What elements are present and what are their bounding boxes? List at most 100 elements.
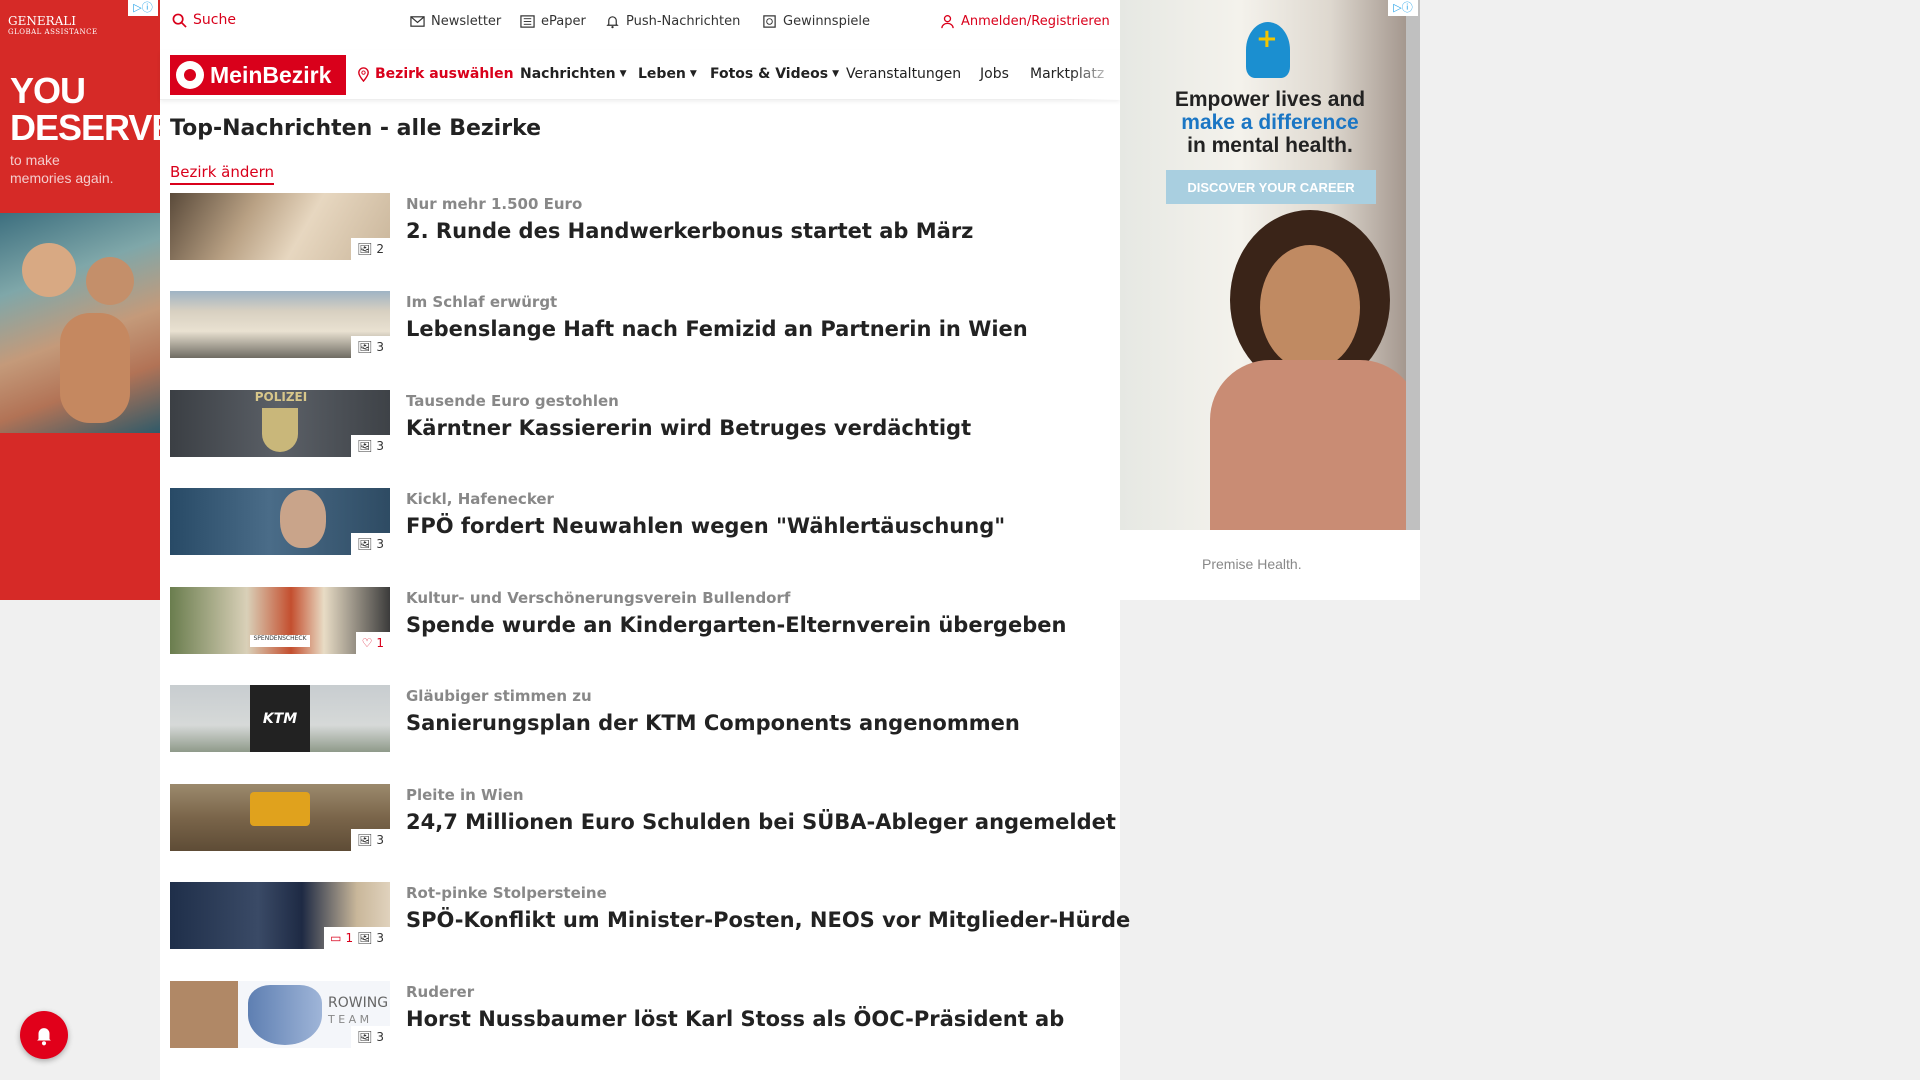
mail-icon bbox=[410, 16, 425, 27]
heart-icon: ♡ bbox=[361, 636, 373, 650]
mental-health-head-icon bbox=[1246, 22, 1290, 78]
left-ad-banner[interactable]: GENERALI GLOBAL ASSISTANCE ▷ⓘ YOU DESERV… bbox=[0, 0, 160, 600]
nav-item-label: Leben bbox=[638, 66, 686, 82]
article-item[interactable]: 🖼 3 Kickl, Hafenecker FPÖ fordert Neuwahl… bbox=[170, 488, 1110, 558]
epaper-label: ePaper bbox=[541, 14, 586, 29]
image-count: 3 bbox=[376, 1030, 384, 1044]
right-ad-banner[interactable]: Empower lives and make a difference in m… bbox=[1120, 0, 1420, 600]
like-count: 1 bbox=[376, 636, 384, 650]
article-headline[interactable]: Kärntner Kassiererin wird Betruges verdä… bbox=[406, 416, 971, 440]
article-thumbnail: 🖼 3 bbox=[170, 291, 390, 358]
newspaper-icon bbox=[520, 15, 535, 28]
article-headline[interactable]: Horst Nussbaumer löst Karl Stoss als ÖOC… bbox=[406, 1007, 1064, 1031]
nav-overflow-fade bbox=[1070, 50, 1120, 100]
article-item[interactable]: SPENDENSCHECK ♡ 1 Kultur- und Verschöneru… bbox=[170, 587, 1110, 657]
article-meta-badge: ▭ 1 🖼 3 bbox=[324, 927, 390, 949]
adchoices-icon[interactable]: ▷ⓘ bbox=[1388, 0, 1418, 16]
page-title: Top-Nachrichten - alle Bezirke bbox=[170, 116, 542, 141]
meinbezirk-logo[interactable]: MeinBezirk bbox=[170, 55, 346, 95]
ad-footer: Premise Health. bbox=[1120, 530, 1420, 600]
main-navigation: MeinBezirk Bezirk auswählen Nachrichten ▼… bbox=[160, 50, 1120, 100]
nav-item-leben[interactable]: Leben ▼ bbox=[638, 66, 697, 82]
article-kicker: Kultur- und Verschönerungsverein Bullend… bbox=[406, 589, 791, 607]
ad-headline: YOU DESERVE bbox=[10, 70, 160, 148]
image-count: 2 bbox=[376, 242, 384, 256]
image-count-badge: 🖼 3 bbox=[351, 336, 390, 358]
user-icon bbox=[941, 15, 954, 29]
image-count-badge: 🖼 2 bbox=[351, 238, 390, 260]
epaper-link[interactable]: ePaper bbox=[520, 14, 586, 29]
image-gallery-icon: 🖼 bbox=[357, 340, 373, 354]
article-thumbnail: ROWING T E A M 🖼 3 bbox=[170, 981, 390, 1048]
discover-career-button[interactable]: DISCOVER YOUR CAREER bbox=[1166, 170, 1376, 204]
article-headline[interactable]: 2. Runde des Handwerkerbonus startet ab … bbox=[406, 219, 973, 243]
ad-edge-decoration bbox=[1406, 0, 1420, 530]
article-kicker: Im Schlaf erwürgt bbox=[406, 293, 558, 311]
chevron-down-icon: ▼ bbox=[689, 69, 697, 79]
image-count-badge: 🖼 3 bbox=[351, 1026, 390, 1048]
premise-health-logo: Premise Health. bbox=[1202, 556, 1302, 572]
image-count: 3 bbox=[376, 833, 384, 847]
nav-item-jobs[interactable]: Jobs bbox=[980, 66, 1009, 82]
ad-subline: to make memories again. bbox=[10, 152, 114, 186]
chevron-down-icon: ▼ bbox=[832, 69, 839, 79]
article-item[interactable]: ▭ 1 🖼 3 Rot-pinke Stolpersteine SPÖ-Konfli… bbox=[170, 882, 1130, 952]
article-kicker: Nur mehr 1.500 Euro bbox=[406, 195, 583, 213]
login-label: Anmelden/Registrieren bbox=[961, 14, 1110, 29]
main-content: Suche Newsletter ePaper Push-Nachrichten… bbox=[160, 0, 1130, 1080]
rowing-text: ROWING bbox=[328, 995, 389, 1011]
article-headline[interactable]: SPÖ-Konflikt um Minister-Posten, NEOS vo… bbox=[406, 908, 1130, 932]
image-count: 3 bbox=[376, 931, 384, 945]
push-notifications-link[interactable]: Push-Nachrichten bbox=[605, 14, 740, 29]
nav-item-nachrichten[interactable]: Nachrichten ▼ bbox=[520, 66, 626, 82]
search-button[interactable]: Suche bbox=[172, 12, 236, 28]
person-photo bbox=[170, 981, 238, 1048]
article-headline[interactable]: 24,7 Millionen Euro Schulden bei SÜBA-Ab… bbox=[406, 810, 1116, 834]
article-item[interactable]: 🖼 3 Im Schlaf erwürgt Lebenslange Haft na… bbox=[170, 291, 1110, 361]
excavator-photo bbox=[250, 792, 310, 826]
article-kicker: Ruderer bbox=[406, 983, 475, 1001]
article-thumbnail: POLIZEI 🖼 3 bbox=[170, 390, 390, 457]
comment-icon: ▭ bbox=[330, 931, 342, 945]
login-link[interactable]: Anmelden/Registrieren bbox=[940, 14, 1110, 29]
newsletter-label: Newsletter bbox=[431, 14, 502, 29]
article-item[interactable]: KTM Gläubiger stimmen zu Sanierungsplan … bbox=[170, 685, 1110, 755]
image-count-badge: 🖼 3 bbox=[351, 533, 390, 555]
image-count-badge: 🖼 3 bbox=[351, 435, 390, 457]
gewinnspiele-link[interactable]: Gewinnspiele bbox=[762, 14, 870, 29]
adchoices-icon[interactable]: ▷ⓘ bbox=[128, 0, 158, 16]
change-district-link[interactable]: Bezirk ändern bbox=[170, 163, 275, 185]
polizei-text: POLIZEI bbox=[254, 390, 308, 404]
image-count: 3 bbox=[376, 340, 384, 354]
location-pin-icon bbox=[358, 66, 369, 82]
notification-bell-button[interactable] bbox=[20, 1011, 68, 1059]
bell-icon bbox=[606, 16, 619, 29]
image-gallery-icon: 🖼 bbox=[357, 1030, 373, 1044]
article-item[interactable]: 🖼 3 Pleite in Wien 24,7 Millionen Euro Sc… bbox=[170, 784, 1116, 854]
ad-photo bbox=[1120, 0, 1420, 530]
article-headline[interactable]: Lebenslange Haft nach Femizid an Partner… bbox=[406, 317, 1028, 341]
search-label: Suche bbox=[193, 12, 236, 28]
nav-item-veranstaltungen[interactable]: Veranstaltungen bbox=[846, 66, 961, 82]
gewinnspiele-label: Gewinnspiele bbox=[783, 14, 871, 29]
article-kicker: Rot-pinke Stolpersteine bbox=[406, 884, 607, 902]
select-district-button[interactable]: Bezirk auswählen bbox=[356, 66, 514, 82]
comment-count: 1 bbox=[345, 931, 354, 945]
article-thumbnail: 🖼 3 bbox=[170, 784, 390, 851]
nav-item-fotos-videos[interactable]: Fotos & Videos ▼ bbox=[710, 66, 839, 82]
article-item[interactable]: POLIZEI 🖼 3 Tausende Euro gestohlen Kärnt… bbox=[170, 390, 1110, 460]
article-item[interactable]: 🖼 2 Nur mehr 1.500 Euro 2. Runde des Hand… bbox=[170, 193, 1110, 263]
image-gallery-icon: 🖼 bbox=[357, 242, 373, 256]
article-headline[interactable]: FPÖ fordert Neuwahlen wegen "Wählertäusc… bbox=[406, 514, 1005, 538]
article-headline[interactable]: Spende wurde an Kindergarten-Elternverei… bbox=[406, 613, 1066, 637]
nav-item-label: Veranstaltungen bbox=[846, 66, 962, 82]
newsletter-link[interactable]: Newsletter bbox=[410, 14, 501, 29]
article-headline[interactable]: Sanierungsplan der KTM Components angeno… bbox=[406, 711, 1020, 735]
article-item[interactable]: ROWING T E A M 🖼 3 Ruderer Horst Nussbaum… bbox=[170, 981, 1110, 1051]
nav-item-label: Fotos & Videos bbox=[710, 66, 829, 82]
rowing-team-eagle-logo bbox=[248, 985, 322, 1045]
chevron-down-icon: ▼ bbox=[619, 69, 627, 79]
image-count-badge: 🖼 3 bbox=[351, 829, 390, 851]
ktm-sign: KTM bbox=[250, 685, 310, 752]
image-gallery-icon: 🖼 bbox=[357, 833, 373, 847]
